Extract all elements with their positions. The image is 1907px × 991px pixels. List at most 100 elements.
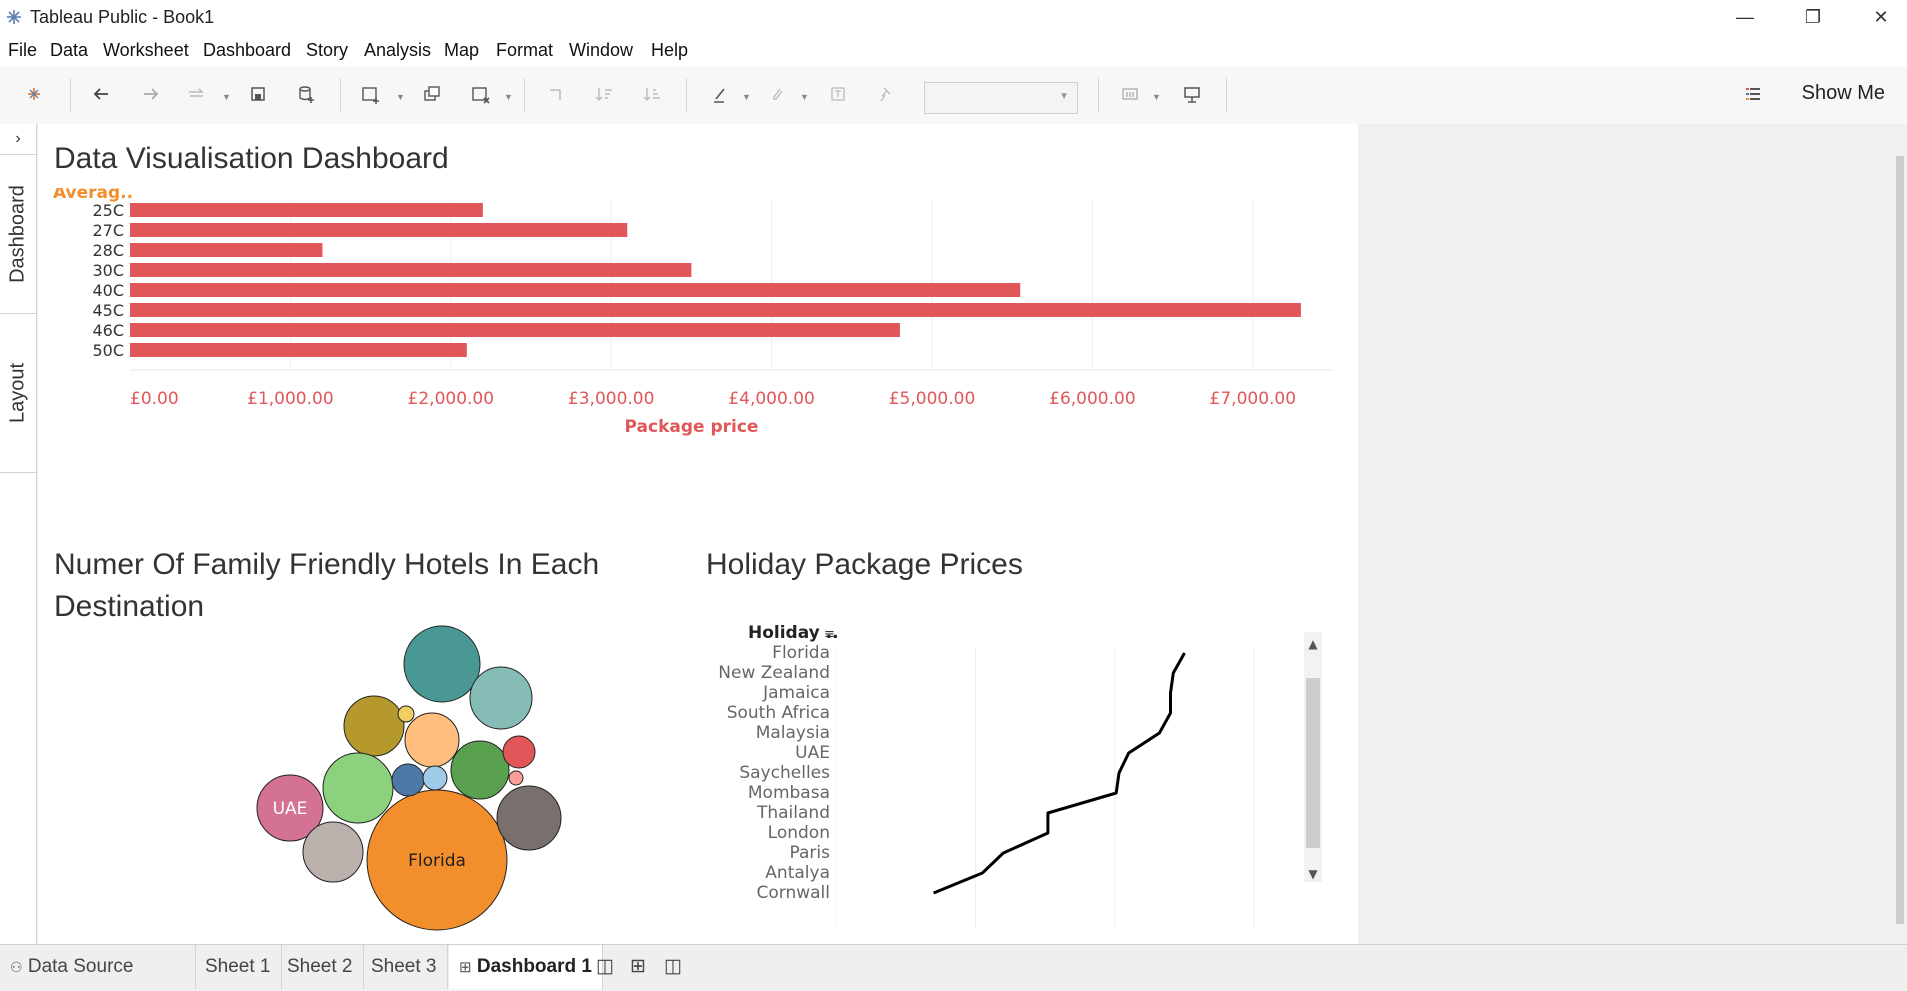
- category-label: London: [768, 823, 830, 843]
- line-chart-title: Holiday Package Prices: [706, 548, 1023, 581]
- bubble: [322, 752, 394, 824]
- category-label: Florida: [772, 643, 830, 663]
- menu-data[interactable]: Data: [50, 40, 88, 61]
- tab-data-source-label: Data Source: [27, 956, 134, 977]
- x-tick-label: £4,000.00: [728, 389, 815, 409]
- sheet-tab-bar: ⚇ Data Source Sheet 1 Sheet 2 Sheet 3 ⊞ …: [0, 944, 1907, 991]
- highlight-icon[interactable]: [706, 80, 734, 108]
- bubble: [469, 666, 533, 730]
- bar: [130, 323, 900, 337]
- price-line: [933, 652, 1186, 895]
- chevron-down-icon[interactable]: ▼: [1152, 92, 1161, 102]
- bar: [130, 343, 467, 357]
- tab-dashboard-1-label: Dashboard 1: [476, 956, 592, 977]
- title-bar: Tableau Public - Book1 — ❐ ✕: [0, 0, 1907, 34]
- new-dashboard-tab-icon[interactable]: ⊞: [624, 945, 652, 989]
- fit-dropdown[interactable]: ▼: [924, 82, 1078, 114]
- show-mark-labels-icon[interactable]: [824, 80, 852, 108]
- category-label: Saychelles: [739, 763, 830, 783]
- restore-button[interactable]: ❐: [1790, 0, 1836, 34]
- new-story-tab-icon[interactable]: ◫: [658, 945, 688, 989]
- show-me-icon[interactable]: [1745, 86, 1761, 102]
- chevron-down-icon[interactable]: ▼: [504, 92, 513, 102]
- show-me-button[interactable]: Show Me: [1802, 82, 1885, 105]
- window-title: Tableau Public - Book1: [30, 7, 215, 27]
- clear-sheet-icon[interactable]: [466, 80, 494, 108]
- chevron-down-icon[interactable]: ▼: [396, 92, 405, 102]
- dashboard-grid-icon: ⊞: [459, 959, 472, 976]
- category-label: Cornwall: [756, 883, 830, 903]
- bubble-chart-title: Numer Of Family Friendly Hotels In Each …: [54, 548, 600, 623]
- duplicate-sheet-icon[interactable]: [418, 80, 446, 108]
- swap-icon[interactable]: [182, 80, 210, 108]
- chevron-down-icon: ▼: [1059, 91, 1069, 102]
- vertical-scrollbar[interactable]: [1893, 124, 1907, 944]
- new-worksheet-icon[interactable]: [356, 80, 384, 108]
- bubble: [422, 765, 448, 791]
- undo-icon[interactable]: [88, 80, 116, 108]
- menu-dashboard[interactable]: Dashboard: [203, 40, 291, 61]
- bubble: [403, 625, 481, 703]
- menu-help[interactable]: Help: [651, 40, 688, 61]
- bubble: [508, 770, 524, 786]
- category-label: Malaysia: [756, 723, 830, 743]
- show-cards-icon[interactable]: [1116, 80, 1144, 108]
- bubble: [397, 705, 415, 723]
- empty-area: [1358, 124, 1907, 944]
- swap-rows-columns-icon[interactable]: [542, 80, 570, 108]
- tab-dashboard-1[interactable]: ⊞ Dashboard 1: [449, 945, 603, 989]
- minimize-button[interactable]: —: [1722, 0, 1768, 34]
- bar: [130, 203, 483, 217]
- scrollbar-thumb[interactable]: [1896, 156, 1904, 924]
- sort-icon: ≡: [824, 627, 835, 642]
- dashboard-title: Data Visualisation Dashboard: [54, 142, 449, 175]
- bar: [130, 283, 1021, 297]
- menu-analysis[interactable]: Analysis: [364, 40, 431, 61]
- x-tick-label: £7,000.00: [1210, 389, 1297, 409]
- database-icon: ⚇: [10, 959, 23, 975]
- bubble: [502, 735, 536, 769]
- menu-story[interactable]: Story: [306, 40, 348, 61]
- menu-file[interactable]: File: [8, 40, 37, 61]
- group-members-icon[interactable]: [764, 80, 792, 108]
- redo-icon[interactable]: [136, 80, 164, 108]
- bubble: [404, 712, 460, 768]
- menu-format[interactable]: Format: [496, 40, 553, 61]
- bar-chart[interactable]: Averag..£0.00 £1,000.00 £2,000.00 £3,000.00…: [38, 188, 1358, 448]
- chevron-down-icon[interactable]: ▼: [222, 92, 231, 102]
- chevron-down-icon[interactable]: ▼: [742, 92, 751, 102]
- tab-data-source[interactable]: ⚇ Data Source: [0, 945, 196, 989]
- tab-sheet-3[interactable]: Sheet 3: [361, 945, 448, 989]
- tab-sheet-1[interactable]: Sheet 1: [195, 945, 282, 989]
- tab-sheet-2[interactable]: Sheet 2: [277, 945, 364, 989]
- category-label: Jamaica: [762, 683, 830, 703]
- tableau-logo-icon: [7, 10, 21, 24]
- bar: [130, 243, 323, 257]
- line-chart[interactable]: Holiday ..≡£0.00£1,000.00£2,000.00£3,000…: [696, 588, 1356, 928]
- dashboard-canvas: Data Visualisation Dashboard Numer Of Fa…: [38, 124, 1358, 944]
- menu-window[interactable]: Window: [569, 40, 633, 61]
- expand-panel-button[interactable]: ›: [0, 124, 36, 155]
- tab-dashboard[interactable]: Dashboard: [0, 155, 36, 314]
- new-worksheet-tab-icon[interactable]: ◫: [590, 945, 620, 989]
- sort-descending-icon[interactable]: [638, 80, 666, 108]
- tableau-home-icon[interactable]: [20, 80, 48, 108]
- x-tick-label: £6,000.00: [1049, 389, 1136, 409]
- new-data-source-icon[interactable]: [292, 80, 320, 108]
- menu-bar: File Data Worksheet Dashboard Story Anal…: [0, 34, 1907, 66]
- menu-worksheet[interactable]: Worksheet: [103, 40, 189, 61]
- presentation-mode-icon[interactable]: [1178, 80, 1206, 108]
- bubble-chart[interactable]: Florida UAE: [148, 624, 688, 944]
- fix-axes-pin-icon[interactable]: [872, 80, 900, 108]
- bubble: [391, 763, 425, 797]
- menu-map[interactable]: Map: [444, 40, 479, 61]
- category-label: 25C: [92, 201, 124, 220]
- sort-ascending-icon[interactable]: [590, 80, 618, 108]
- save-icon[interactable]: [244, 80, 272, 108]
- bubble: [496, 785, 562, 851]
- chevron-down-icon[interactable]: ▼: [800, 92, 809, 102]
- tab-dashboard-label: Dashboard: [6, 185, 29, 283]
- tab-layout[interactable]: Layout: [0, 314, 36, 473]
- close-button[interactable]: ✕: [1858, 0, 1904, 34]
- x-tick-label: £3,000.00: [568, 389, 655, 409]
